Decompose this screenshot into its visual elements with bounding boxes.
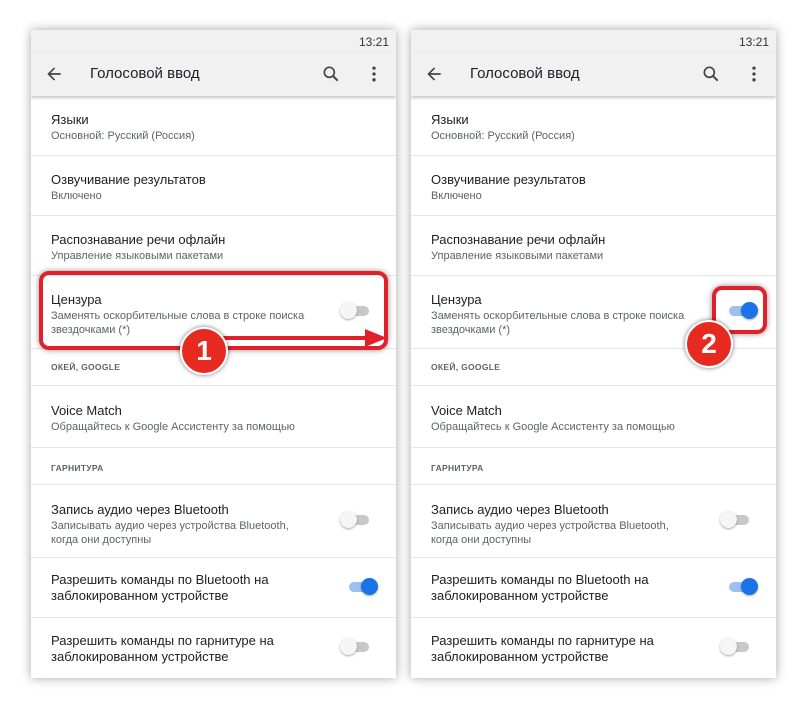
setting-title: Языки <box>51 112 89 127</box>
bluetooth-audio-toggle[interactable] <box>340 511 369 528</box>
setting-subtitle-line2: звездочками (*) <box>431 324 511 336</box>
setting-subtitle: Основной: Русский (Россия) <box>51 130 195 142</box>
setting-title: Разрешить команды по гарнитуре на <box>51 633 274 648</box>
bluetooth-audio-toggle[interactable] <box>720 511 749 528</box>
more-vert-icon[interactable] <box>364 64 384 84</box>
section-header-headset: ГАРНИТУРА <box>411 448 776 484</box>
setting-title: Разрешить команды по гарнитуре на <box>431 633 654 648</box>
section-title: ГАРНИТУРА <box>431 463 484 473</box>
toolbar: Голосовой ввод <box>411 52 776 96</box>
section-title: ГАРНИТУРА <box>51 463 104 473</box>
bluetooth-locked-toggle[interactable] <box>349 578 378 595</box>
setting-headset-locked[interactable]: Разрешить команды по гарнитуре на заблок… <box>31 618 396 678</box>
setting-title: Разрешить команды по Bluetooth на <box>51 572 269 587</box>
toggle-knob <box>720 638 737 655</box>
setting-bluetooth-audio[interactable]: Запись аудио через Bluetooth Записывать … <box>31 484 396 558</box>
setting-languages[interactable]: Языки Основной: Русский (Россия) <box>31 96 396 156</box>
setting-subtitle: Управление языковыми пакетами <box>431 250 604 262</box>
setting-title-line2: заблокированном устройстве <box>51 588 229 603</box>
setting-bluetooth-locked[interactable]: Разрешить команды по Bluetooth на заблок… <box>31 558 396 618</box>
setting-subtitle: Обращайтесь к Google Ассистенту за помощ… <box>431 421 675 433</box>
setting-title: Языки <box>431 112 469 127</box>
setting-offline-recognition[interactable]: Распознавание речи офлайн Управление язы… <box>31 216 396 276</box>
toggle-knob <box>340 511 357 528</box>
back-arrow-icon[interactable] <box>44 64 64 84</box>
headset-locked-toggle[interactable] <box>340 638 369 655</box>
status-time: 13:21 <box>738 35 769 49</box>
setting-subtitle: Обращайтесь к Google Ассистенту за помощ… <box>51 421 295 433</box>
headset-locked-toggle[interactable] <box>720 638 749 655</box>
setting-title: Распознавание речи офлайн <box>431 232 606 247</box>
setting-subtitle: Основной: Русский (Россия) <box>431 130 575 142</box>
setting-headset-locked[interactable]: Разрешить команды по гарнитуре на заблок… <box>411 618 776 678</box>
setting-bluetooth-audio[interactable]: Запись аудио через Bluetooth Записывать … <box>411 484 776 558</box>
setting-title-line2: заблокированном устройстве <box>51 649 229 664</box>
toggle-knob <box>720 511 737 528</box>
page-title: Голосовой ввод <box>90 65 200 82</box>
toggle-knob <box>361 578 378 595</box>
setting-bluetooth-locked[interactable]: Разрешить команды по Bluetooth на заблок… <box>411 558 776 618</box>
status-bar: 13:21 <box>411 30 776 52</box>
setting-voice-match[interactable]: Voice Match Обращайтесь к Google Ассисте… <box>31 385 396 448</box>
setting-subtitle: Включено <box>51 190 102 202</box>
toolbar: Голосовой ввод <box>31 52 396 96</box>
setting-speech-output[interactable]: Озвучивание результатов Включено <box>31 156 396 216</box>
setting-title: Разрешить команды по Bluetooth на <box>431 572 649 587</box>
setting-offline-recognition[interactable]: Распознавание речи офлайн Управление язы… <box>411 216 776 276</box>
more-vert-icon[interactable] <box>744 64 764 84</box>
setting-title: Voice Match <box>431 403 502 418</box>
section-title: ОКЕЙ, GOOGLE <box>431 362 501 372</box>
setting-subtitle: Записывать аудио через устройства Blueto… <box>431 520 669 532</box>
setting-title-line2: заблокированном устройстве <box>431 649 609 664</box>
toggle-knob <box>741 578 758 595</box>
setting-subtitle-line2: когда они доступны <box>51 534 152 546</box>
setting-subtitle: Включено <box>431 190 482 202</box>
arrow-right-icon <box>215 329 387 347</box>
setting-title: Запись аудио через Bluetooth <box>51 502 229 517</box>
setting-languages[interactable]: Языки Основной: Русский (Россия) <box>411 96 776 156</box>
setting-title: Распознавание речи офлайн <box>51 232 226 247</box>
setting-title: Voice Match <box>51 403 122 418</box>
toggle-knob <box>340 638 357 655</box>
setting-subtitle: Записывать аудио через устройства Blueto… <box>51 520 289 532</box>
setting-title-line2: заблокированном устройстве <box>431 588 609 603</box>
setting-subtitle-line2: когда они доступны <box>431 534 532 546</box>
bluetooth-locked-toggle[interactable] <box>729 578 758 595</box>
step-badge-2: 2 <box>685 320 733 368</box>
settings-list: Языки Основной: Русский (Россия) Озвучив… <box>31 96 396 678</box>
setting-subtitle: Заменять оскорбительные слова в строке п… <box>431 310 685 322</box>
page-title: Голосовой ввод <box>470 65 580 82</box>
status-bar: 13:21 <box>31 30 396 52</box>
back-arrow-icon[interactable] <box>424 64 444 84</box>
search-icon[interactable] <box>701 64 721 84</box>
section-header-headset: ГАРНИТУРА <box>31 448 396 484</box>
setting-title: Запись аудио через Bluetooth <box>431 502 609 517</box>
setting-title: Цензура <box>431 292 482 307</box>
search-icon[interactable] <box>321 64 341 84</box>
setting-title: Озвучивание результатов <box>431 172 586 187</box>
status-time: 13:21 <box>358 35 389 49</box>
settings-list: Языки Основной: Русский (Россия) Озвучив… <box>411 96 776 678</box>
setting-speech-output[interactable]: Озвучивание результатов Включено <box>411 156 776 216</box>
section-title: ОКЕЙ, GOOGLE <box>51 362 121 372</box>
setting-title: Озвучивание результатов <box>51 172 206 187</box>
step-badge-1: 1 <box>180 327 228 375</box>
setting-voice-match[interactable]: Voice Match Обращайтесь к Google Ассисте… <box>411 385 776 448</box>
setting-subtitle: Управление языковыми пакетами <box>51 250 224 262</box>
